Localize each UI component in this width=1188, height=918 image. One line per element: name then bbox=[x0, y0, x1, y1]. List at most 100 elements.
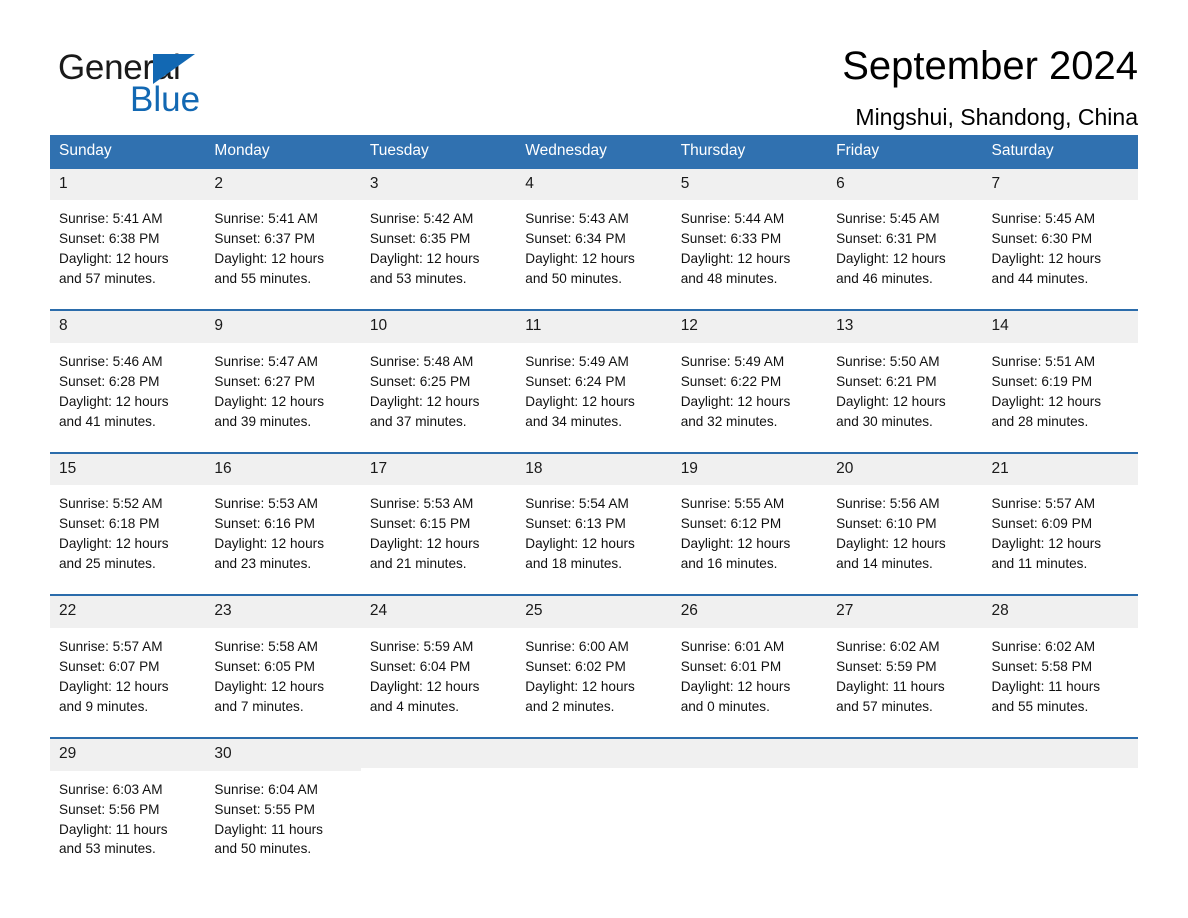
daylight-duration-line1: Daylight: 12 hours bbox=[369, 536, 480, 552]
calendar-day-cell[interactable]: 29 Sunrise: 6:03 AM Sunset: 5:56 PM Dayligh… bbox=[50, 738, 206, 880]
calendar-week-row: 29 Sunrise: 6:03 AM Sunset: 5:56 PM Dayligh… bbox=[50, 736, 1138, 880]
day-details: Sunrise: 5:49 AM Sunset: 6:24 PM Daylight:… bbox=[516, 342, 672, 452]
calendar-day-cell[interactable]: 3 Sunrise: 5:42 AM Sunset: 6:35 PM Daylight… bbox=[360, 168, 517, 310]
daylight-duration-line1: Daylight: 12 hours bbox=[369, 678, 480, 694]
day-number: 21 bbox=[982, 453, 1138, 486]
sunrise-time: Sunrise: 5:45 AM bbox=[991, 211, 1096, 227]
sunrise-time: Sunrise: 5:41 AM bbox=[214, 211, 318, 227]
calendar-day-cell[interactable]: 30 Sunrise: 6:04 AM Sunset: 5:55 PM Dayligh… bbox=[205, 738, 361, 880]
sunset-time: Sunset: 6:04 PM bbox=[369, 658, 471, 674]
day-number: 22 bbox=[50, 596, 206, 628]
day-details: Sunrise: 5:58 AM Sunset: 6:05 PM Daylight:… bbox=[205, 627, 361, 737]
daylight-duration-line1: Daylight: 11 hours bbox=[991, 678, 1101, 694]
day-number: 28 bbox=[982, 596, 1138, 628]
day-details: Sunrise: 5:41 AM Sunset: 6:37 PM Daylight:… bbox=[205, 200, 361, 310]
daylight-duration-line1: Daylight: 12 hours bbox=[991, 536, 1102, 552]
daylight-duration-line2: and 46 minutes. bbox=[836, 271, 933, 287]
calendar-day-cell[interactable]: 12 Sunrise: 5:49 AM Sunset: 6:22 PM Dayligh… bbox=[671, 311, 828, 452]
day-details: Sunrise: 5:51 AM Sunset: 6:19 PM Daylight:… bbox=[982, 342, 1138, 452]
day-details: Sunrise: 6:02 AM Sunset: 5:58 PM Daylight:… bbox=[982, 627, 1138, 737]
logo-text-blue: Blue bbox=[130, 80, 201, 119]
sunset-time: Sunset: 6:33 PM bbox=[680, 231, 782, 247]
calendar-day-cell[interactable]: 21 Sunrise: 5:57 AM Sunset: 6:09 PM Dayligh… bbox=[982, 453, 1138, 595]
sunrise-time: Sunrise: 5:55 AM bbox=[680, 496, 785, 512]
calendar-day-cell[interactable]: 5 Sunrise: 5:44 AM Sunset: 6:33 PM Daylight… bbox=[671, 168, 828, 310]
calendar-day-cell-empty bbox=[982, 738, 1138, 880]
title-block: September 2024 Mingshui, Shandong, China bbox=[842, 42, 1138, 132]
sunrise-time: Sunrise: 5:51 AM bbox=[991, 353, 1096, 369]
daylight-duration-line1: Daylight: 12 hours bbox=[369, 393, 480, 409]
sunrise-time: Sunrise: 6:02 AM bbox=[991, 638, 1096, 654]
sunset-time: Sunset: 6:10 PM bbox=[836, 516, 937, 532]
calendar-day-cell[interactable]: 24 Sunrise: 5:59 AM Sunset: 6:04 PM Dayligh… bbox=[360, 596, 517, 737]
calendar-day-cell[interactable]: 26 Sunrise: 6:01 AM Sunset: 6:01 PM Dayligh… bbox=[671, 596, 828, 737]
general-blue-logo[interactable]: General Blue bbox=[50, 42, 260, 119]
daylight-duration-line2: and 55 minutes. bbox=[214, 271, 312, 287]
day-number: 17 bbox=[360, 453, 517, 486]
calendar-day-cell[interactable]: 14 Sunrise: 5:51 AM Sunset: 6:19 PM Dayligh… bbox=[982, 311, 1138, 452]
calendar-day-cell[interactable]: 15 Sunrise: 5:52 AM Sunset: 6:18 PM Dayligh… bbox=[50, 453, 206, 595]
calendar-page: General Blue September 2024 Mingshui, Sh… bbox=[0, 0, 1188, 918]
calendar-day-cell[interactable]: 25 Sunrise: 6:00 AM Sunset: 6:02 PM Dayligh… bbox=[516, 596, 672, 737]
calendar-day-cell[interactable]: 20 Sunrise: 5:56 AM Sunset: 6:10 PM Dayligh… bbox=[827, 453, 983, 595]
daylight-duration-line2: and 16 minutes. bbox=[680, 556, 778, 572]
day-number: 13 bbox=[827, 311, 983, 343]
sunset-time: Sunset: 6:38 PM bbox=[59, 231, 160, 247]
calendar-day-cell[interactable]: 11 Sunrise: 5:49 AM Sunset: 6:24 PM Dayligh… bbox=[516, 311, 672, 452]
daylight-duration-line2: and 53 minutes. bbox=[369, 271, 467, 287]
calendar-week-row: 22 Sunrise: 5:57 AM Sunset: 6:07 PM Dayligh… bbox=[50, 594, 1138, 737]
day-details: Sunrise: 5:45 AM Sunset: 6:30 PM Daylight:… bbox=[982, 200, 1138, 310]
calendar-day-cell[interactable]: 10 Sunrise: 5:48 AM Sunset: 6:25 PM Dayligh… bbox=[360, 311, 517, 452]
sunrise-time: Sunrise: 5:45 AM bbox=[836, 211, 940, 227]
calendar-day-cell[interactable]: 2 Sunrise: 5:41 AM Sunset: 6:37 PM Daylight… bbox=[205, 168, 361, 310]
daylight-duration-line1: Daylight: 12 hours bbox=[991, 251, 1102, 267]
day-details: Sunrise: 5:55 AM Sunset: 6:12 PM Daylight:… bbox=[671, 485, 828, 595]
day-details bbox=[671, 767, 828, 877]
day-number: 14 bbox=[982, 311, 1138, 343]
calendar-day-cell[interactable]: 19 Sunrise: 5:55 AM Sunset: 6:12 PM Dayligh… bbox=[671, 453, 828, 595]
calendar-day-cell[interactable]: 4 Sunrise: 5:43 AM Sunset: 6:34 PM Daylight… bbox=[516, 168, 672, 310]
calendar-day-cell[interactable]: 18 Sunrise: 5:54 AM Sunset: 6:13 PM Dayligh… bbox=[516, 453, 672, 595]
calendar-weeks: 1 Sunrise: 5:41 AM Sunset: 6:38 PM Daylight… bbox=[50, 168, 1138, 880]
day-details: Sunrise: 5:52 AM Sunset: 6:18 PM Daylight:… bbox=[50, 485, 206, 595]
daylight-duration-line1: Daylight: 12 hours bbox=[214, 393, 324, 409]
calendar-day-cell[interactable]: 9 Sunrise: 5:47 AM Sunset: 6:27 PM Daylight… bbox=[205, 311, 361, 452]
sunset-time: Sunset: 6:31 PM bbox=[836, 231, 937, 247]
sunrise-time: Sunrise: 5:53 AM bbox=[369, 496, 474, 512]
calendar-day-cell[interactable]: 27 Sunrise: 6:02 AM Sunset: 5:59 PM Dayligh… bbox=[827, 596, 983, 737]
daylight-duration-line2: and 21 minutes. bbox=[369, 556, 467, 572]
day-number: 2 bbox=[205, 168, 361, 201]
sunrise-time: Sunrise: 5:49 AM bbox=[525, 353, 629, 369]
calendar-day-cell[interactable]: 17 Sunrise: 5:53 AM Sunset: 6:15 PM Dayligh… bbox=[360, 453, 517, 595]
day-details: Sunrise: 6:01 AM Sunset: 6:01 PM Daylight:… bbox=[671, 627, 828, 737]
day-number: 29 bbox=[50, 738, 206, 771]
daylight-duration-line2: and 23 minutes. bbox=[214, 556, 312, 572]
daylight-duration-line2: and 48 minutes. bbox=[680, 271, 778, 287]
calendar-day-cell[interactable]: 8 Sunrise: 5:46 AM Sunset: 6:28 PM Daylight… bbox=[50, 311, 206, 452]
calendar-day-cell[interactable]: 13 Sunrise: 5:50 AM Sunset: 6:21 PM Dayligh… bbox=[827, 311, 983, 452]
sunset-time: Sunset: 6:01 PM bbox=[680, 658, 782, 674]
calendar-day-cell[interactable]: 1 Sunrise: 5:41 AM Sunset: 6:38 PM Daylight… bbox=[50, 168, 206, 310]
daylight-duration-line1: Daylight: 12 hours bbox=[369, 251, 480, 267]
calendar-day-cell[interactable]: 23 Sunrise: 5:58 AM Sunset: 6:05 PM Dayligh… bbox=[205, 596, 361, 737]
sunset-time: Sunset: 5:56 PM bbox=[59, 801, 160, 817]
sunrise-time: Sunrise: 5:54 AM bbox=[525, 496, 629, 512]
day-details: Sunrise: 5:54 AM Sunset: 6:13 PM Daylight:… bbox=[516, 485, 672, 595]
calendar-day-cell[interactable]: 7 Sunrise: 5:45 AM Sunset: 6:30 PM Daylight… bbox=[982, 168, 1138, 310]
day-number: 1 bbox=[50, 168, 206, 201]
sunset-time: Sunset: 6:12 PM bbox=[680, 516, 782, 532]
day-details: Sunrise: 5:45 AM Sunset: 6:31 PM Daylight:… bbox=[827, 200, 983, 310]
daylight-duration-line2: and 44 minutes. bbox=[991, 271, 1089, 287]
calendar-day-cell[interactable]: 28 Sunrise: 6:02 AM Sunset: 5:58 PM Dayligh… bbox=[982, 596, 1138, 737]
calendar-day-cell[interactable]: 6 Sunrise: 5:45 AM Sunset: 6:31 PM Daylight… bbox=[827, 168, 983, 310]
daylight-duration-line2: and 32 minutes. bbox=[680, 413, 778, 429]
calendar-day-cell[interactable]: 22 Sunrise: 5:57 AM Sunset: 6:07 PM Dayligh… bbox=[50, 596, 206, 737]
daylight-duration-line2: and 30 minutes. bbox=[836, 413, 933, 429]
weekday-header-thursday: Thursday bbox=[680, 142, 746, 159]
day-details: Sunrise: 5:53 AM Sunset: 6:16 PM Daylight:… bbox=[205, 485, 361, 595]
day-number: 27 bbox=[827, 596, 983, 628]
day-number: 19 bbox=[671, 453, 828, 486]
sunrise-time: Sunrise: 5:46 AM bbox=[59, 353, 163, 369]
sunset-time: Sunset: 6:24 PM bbox=[525, 373, 626, 389]
calendar-day-cell[interactable]: 16 Sunrise: 5:53 AM Sunset: 6:16 PM Dayligh… bbox=[205, 453, 361, 595]
